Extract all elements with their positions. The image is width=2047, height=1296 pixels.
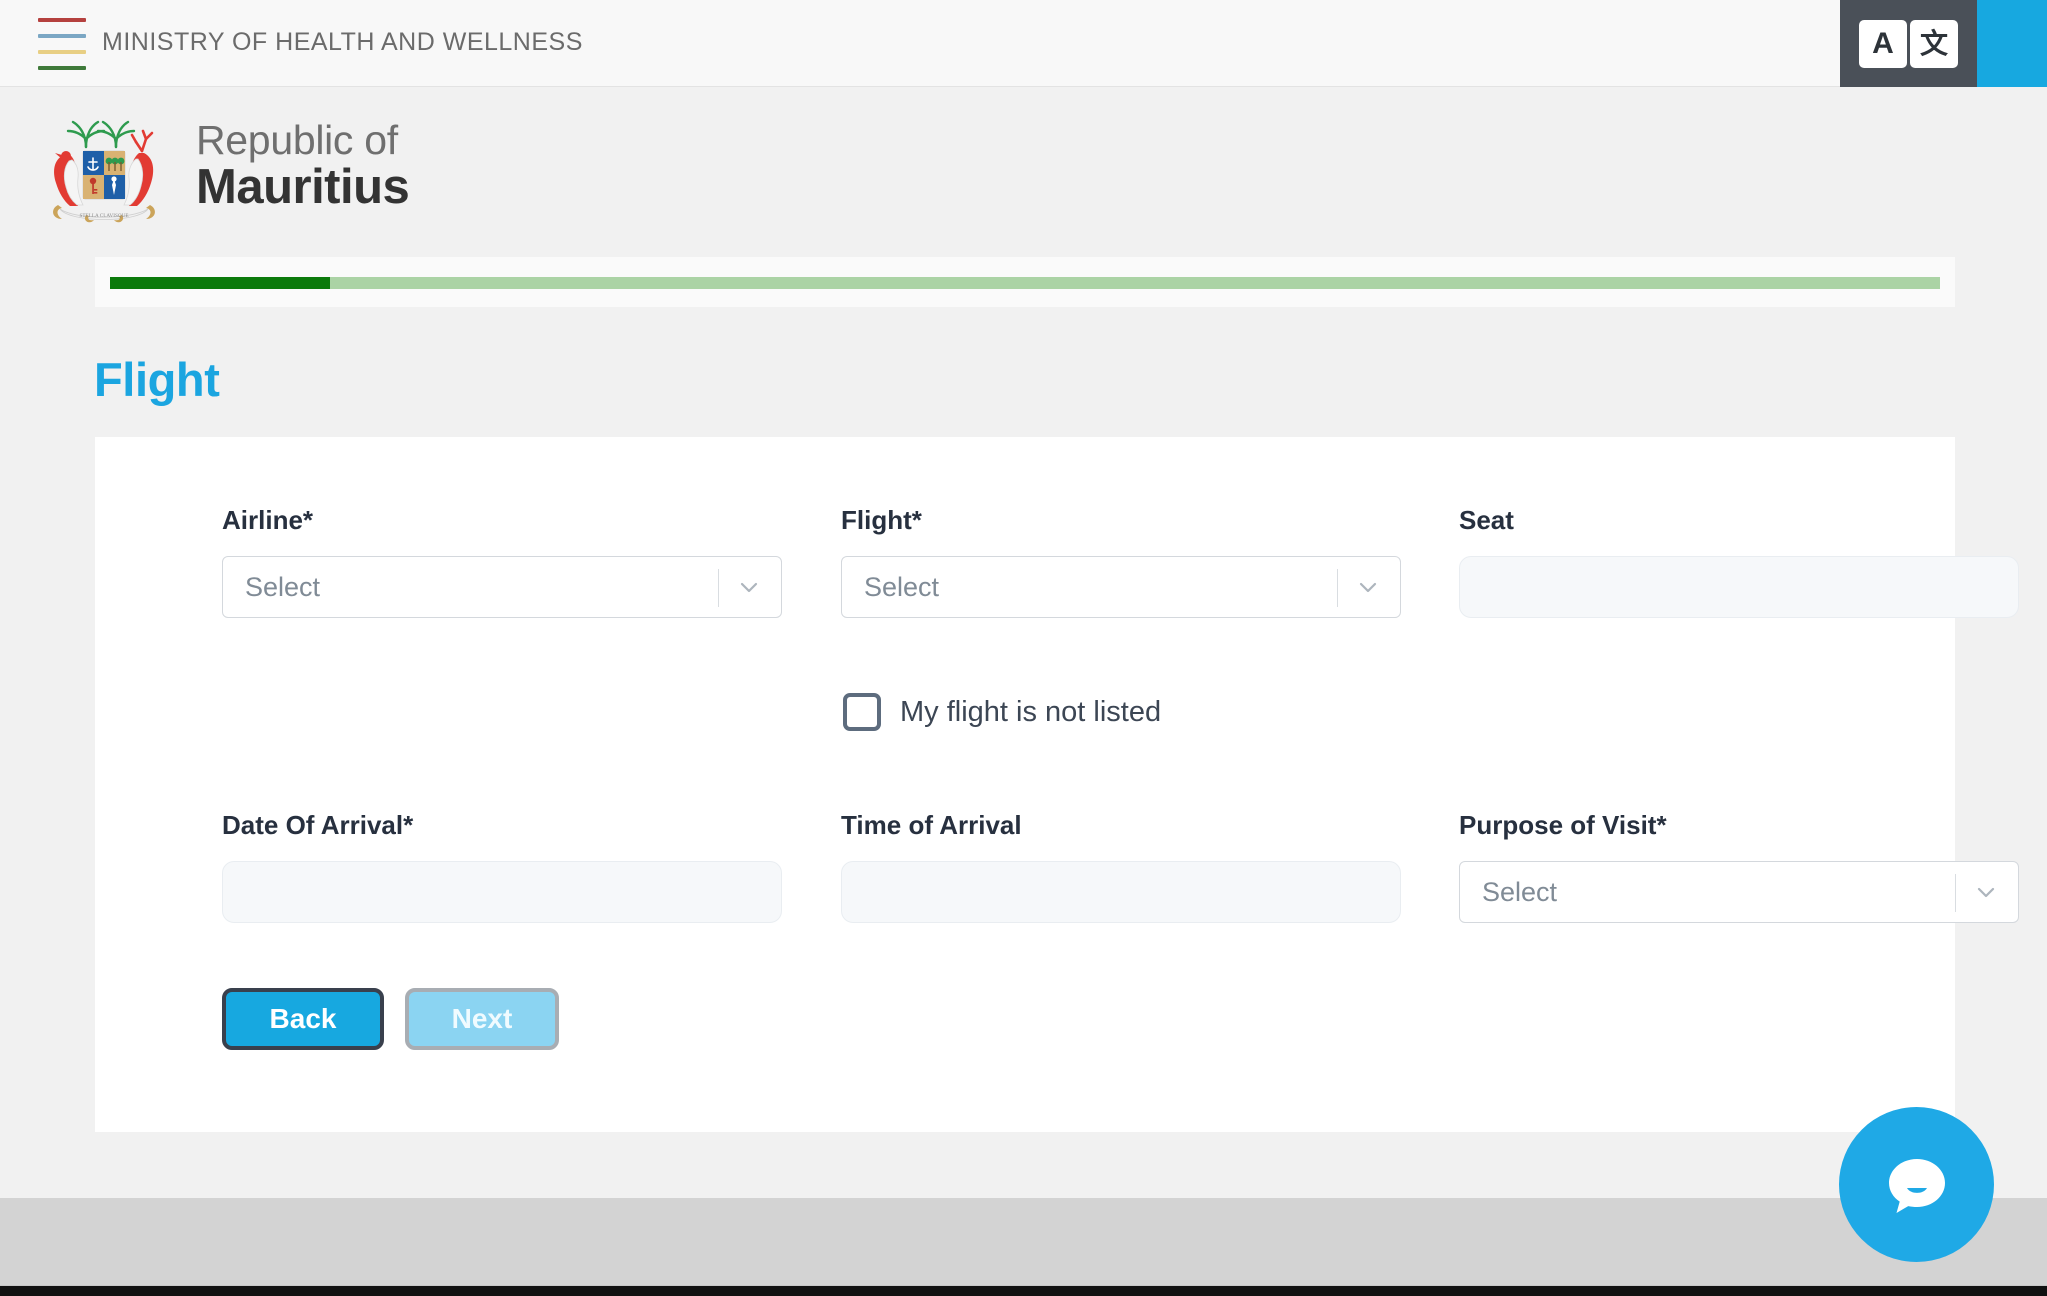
form-actions: Back Next [222,988,559,1050]
next-button[interactable]: Next [405,988,559,1050]
purpose-of-visit-select[interactable]: Select [1459,861,2019,923]
field-airline: Airline* Select [222,505,782,618]
back-button[interactable]: Back [222,988,384,1050]
logo-line-mauritius: Mauritius [196,160,410,215]
page-title: Flight [94,353,220,406]
top-bar: MINISTRY OF HEALTH AND WELLNESS A 文 [0,0,2047,87]
logo-band: STELLA CLAVISQUE Republic of Mauritius [0,87,2047,257]
chevron-down-icon [1974,880,1998,904]
progress-track [110,277,1940,289]
flight-select-value: Select [864,571,940,602]
main-content: Flight Airline* Select Flight* Select Se… [0,257,2047,1198]
flight-not-listed-label: My flight is not listed [900,695,1162,728]
font-size-icon[interactable]: A [1859,19,1907,68]
select-divider [1337,569,1338,607]
translate-icon[interactable]: 文 [1910,19,1958,68]
accessibility-tools: A 文 [1840,0,1977,87]
footer-edge [0,1286,2047,1296]
field-purpose-of-visit: Purpose of Visit* Select [1459,810,2019,923]
mauritius-coat-of-arms-icon: STELLA CLAVISQUE [53,120,155,223]
page-root: MINISTRY OF HEALTH AND WELLNESS A 文 STEL… [0,0,2047,1296]
airline-select-value: Select [245,571,321,602]
svg-text:STELLA CLAVISQUE: STELLA CLAVISQUE [79,213,128,219]
field-label-purpose-of-visit: Purpose of Visit* [1459,810,1667,840]
field-flight: Flight* Select [841,505,1401,618]
progress-bar-container [95,257,1955,307]
chevron-down-icon [1356,575,1380,599]
chevron-down-icon [737,575,761,599]
flight-not-listed-checkbox[interactable] [843,693,881,731]
field-label-flight: Flight* [841,505,922,535]
logo-wordmark: Republic of Mauritius [196,117,410,215]
seat-input[interactable] [1459,556,2019,618]
flag-stripe-green [38,66,86,70]
field-time-of-arrival: Time of Arrival [841,810,1401,923]
field-date-of-arrival: Date Of Arrival* [222,810,782,923]
field-label-seat: Seat [1459,505,1514,535]
time-of-arrival-input[interactable] [841,861,1401,923]
airline-select[interactable]: Select [222,556,782,618]
flag-stripe-red [38,18,86,22]
chat-bubble-glyph [1888,1158,1945,1213]
field-label-airline: Airline* [222,505,314,535]
select-divider [718,569,719,607]
ministry-flag-icon [38,18,86,70]
flight-select[interactable]: Select [841,556,1401,618]
ministry-title: MINISTRY OF HEALTH AND WELLNESS [102,28,583,56]
flag-stripe-blue [38,34,86,38]
progress-fill [110,277,330,289]
flag-stripe-yellow [38,50,86,54]
logo-line-republic: Republic of [196,117,398,163]
flight-not-listed-row[interactable]: My flight is not listed [843,693,1161,731]
flight-form-card: Airline* Select Flight* Select Seat My f… [95,437,2019,1132]
field-label-time-of-arrival: Time of Arrival [841,810,1022,840]
chat-bubble-icon[interactable] [1839,1107,1994,1262]
topbar-accent-strip [1977,0,2047,87]
select-divider [1955,874,1956,912]
purpose-of-visit-value: Select [1482,876,1558,907]
date-of-arrival-input[interactable] [222,861,782,923]
field-seat: Seat [1459,505,2019,618]
field-label-date-of-arrival: Date Of Arrival* [222,810,414,840]
footer-bar [0,1198,2047,1286]
